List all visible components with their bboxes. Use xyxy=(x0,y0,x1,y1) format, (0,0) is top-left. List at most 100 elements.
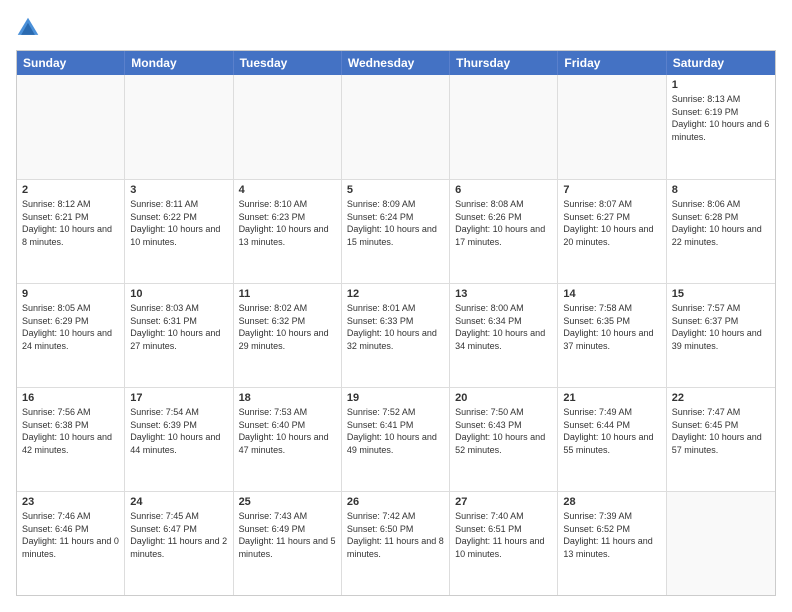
day-info: Sunrise: 7:49 AM Sunset: 6:44 PM Dayligh… xyxy=(563,406,660,456)
cal-cell: 26 Sunrise: 7:42 AM Sunset: 6:50 PM Dayli… xyxy=(342,492,450,595)
day-number: 25 xyxy=(239,496,336,508)
day-number: 3 xyxy=(130,184,227,196)
day-number: 15 xyxy=(672,288,770,300)
cal-cell: 14 Sunrise: 7:58 AM Sunset: 6:35 PM Dayli… xyxy=(558,284,666,387)
day-number: 22 xyxy=(672,392,770,404)
header xyxy=(16,16,776,40)
day-info: Sunrise: 8:06 AM Sunset: 6:28 PM Dayligh… xyxy=(672,198,770,248)
cal-cell: 12 Sunrise: 8:01 AM Sunset: 6:33 PM Dayli… xyxy=(342,284,450,387)
cal-cell: 6 Sunrise: 8:08 AM Sunset: 6:26 PM Daylig… xyxy=(450,180,558,283)
cal-cell: 21Sunrise: 7:49 AM Sunset: 6:44 PM Dayli… xyxy=(558,388,666,491)
cal-cell xyxy=(342,75,450,179)
cal-cell: 16 Sunrise: 7:56 AM Sunset: 6:38 PM Dayli… xyxy=(17,388,125,491)
cal-cell: 25 Sunrise: 7:43 AM Sunset: 6:49 PM Dayli… xyxy=(234,492,342,595)
day-info: Sunrise: 7:52 AM Sunset: 6:41 PM Dayligh… xyxy=(347,406,444,456)
day-number: 24 xyxy=(130,496,227,508)
page: SundayMondayTuesdayWednesdayThursdayFrid… xyxy=(0,0,792,612)
week-row-2: 2 Sunrise: 8:12 AM Sunset: 6:21 PM Daylig… xyxy=(17,179,775,283)
weekday-header-tuesday: Tuesday xyxy=(234,51,342,75)
day-number: 13 xyxy=(455,288,552,300)
cal-cell: 17 Sunrise: 7:54 AM Sunset: 6:39 PM Dayli… xyxy=(125,388,233,491)
day-info: Sunrise: 8:00 AM Sunset: 6:34 PM Dayligh… xyxy=(455,302,552,352)
day-number: 2 xyxy=(22,184,119,196)
day-number: 4 xyxy=(239,184,336,196)
cal-cell: 10Sunrise: 8:03 AM Sunset: 6:31 PM Dayli… xyxy=(125,284,233,387)
calendar: SundayMondayTuesdayWednesdayThursdayFrid… xyxy=(16,50,776,596)
day-info: Sunrise: 7:39 AM Sunset: 6:52 PM Dayligh… xyxy=(563,510,660,560)
cal-cell: 19 Sunrise: 7:52 AM Sunset: 6:41 PM Dayli… xyxy=(342,388,450,491)
cal-cell: 8 Sunrise: 8:06 AM Sunset: 6:28 PM Daylig… xyxy=(667,180,775,283)
week-row-5: 23 Sunrise: 7:46 AM Sunset: 6:46 PM Dayli… xyxy=(17,491,775,595)
day-number: 20 xyxy=(455,392,552,404)
day-info: Sunrise: 8:10 AM Sunset: 6:23 PM Dayligh… xyxy=(239,198,336,248)
day-number: 6 xyxy=(455,184,552,196)
day-number: 1 xyxy=(672,79,770,91)
logo xyxy=(16,16,44,40)
day-info: Sunrise: 8:09 AM Sunset: 6:24 PM Dayligh… xyxy=(347,198,444,248)
cal-cell: 15 Sunrise: 7:57 AM Sunset: 6:37 PM Dayli… xyxy=(667,284,775,387)
day-info: Sunrise: 8:07 AM Sunset: 6:27 PM Dayligh… xyxy=(563,198,660,248)
cal-cell xyxy=(234,75,342,179)
cal-cell: 18 Sunrise: 7:53 AM Sunset: 6:40 PM Dayli… xyxy=(234,388,342,491)
day-number: 7 xyxy=(563,184,660,196)
cal-cell: 7 Sunrise: 8:07 AM Sunset: 6:27 PM Daylig… xyxy=(558,180,666,283)
cal-cell: 3 Sunrise: 8:11 AM Sunset: 6:22 PM Daylig… xyxy=(125,180,233,283)
cal-cell xyxy=(125,75,233,179)
week-row-3: 9 Sunrise: 8:05 AM Sunset: 6:29 PM Daylig… xyxy=(17,283,775,387)
week-row-4: 16 Sunrise: 7:56 AM Sunset: 6:38 PM Dayli… xyxy=(17,387,775,491)
cal-cell: 13 Sunrise: 8:00 AM Sunset: 6:34 PM Dayli… xyxy=(450,284,558,387)
calendar-body: 1 Sunrise: 8:13 AM Sunset: 6:19 PM Daylig… xyxy=(17,75,775,595)
weekday-header-sunday: Sunday xyxy=(17,51,125,75)
day-info: Sunrise: 8:01 AM Sunset: 6:33 PM Dayligh… xyxy=(347,302,444,352)
day-info: Sunrise: 7:42 AM Sunset: 6:50 PM Dayligh… xyxy=(347,510,444,560)
day-info: Sunrise: 8:05 AM Sunset: 6:29 PM Dayligh… xyxy=(22,302,119,352)
day-number: 16 xyxy=(22,392,119,404)
cal-cell: 23 Sunrise: 7:46 AM Sunset: 6:46 PM Dayli… xyxy=(17,492,125,595)
day-info: Sunrise: 8:03 AM Sunset: 6:31 PM Dayligh… xyxy=(130,302,227,352)
day-number: 11 xyxy=(239,288,336,300)
cal-cell: 4 Sunrise: 8:10 AM Sunset: 6:23 PM Daylig… xyxy=(234,180,342,283)
week-row-1: 1 Sunrise: 8:13 AM Sunset: 6:19 PM Daylig… xyxy=(17,75,775,179)
cal-cell xyxy=(558,75,666,179)
cal-cell: 24Sunrise: 7:45 AM Sunset: 6:47 PM Dayli… xyxy=(125,492,233,595)
day-info: Sunrise: 7:54 AM Sunset: 6:39 PM Dayligh… xyxy=(130,406,227,456)
day-info: Sunrise: 7:46 AM Sunset: 6:46 PM Dayligh… xyxy=(22,510,119,560)
cal-cell xyxy=(450,75,558,179)
cal-cell: 2 Sunrise: 8:12 AM Sunset: 6:21 PM Daylig… xyxy=(17,180,125,283)
day-info: Sunrise: 7:43 AM Sunset: 6:49 PM Dayligh… xyxy=(239,510,336,560)
cal-cell: 20Sunrise: 7:50 AM Sunset: 6:43 PM Dayli… xyxy=(450,388,558,491)
weekday-header-wednesday: Wednesday xyxy=(342,51,450,75)
day-number: 17 xyxy=(130,392,227,404)
cal-cell: 9 Sunrise: 8:05 AM Sunset: 6:29 PM Daylig… xyxy=(17,284,125,387)
cal-cell xyxy=(17,75,125,179)
day-info: Sunrise: 7:47 AM Sunset: 6:45 PM Dayligh… xyxy=(672,406,770,456)
weekday-header-friday: Friday xyxy=(558,51,666,75)
day-number: 12 xyxy=(347,288,444,300)
day-info: Sunrise: 7:57 AM Sunset: 6:37 PM Dayligh… xyxy=(672,302,770,352)
day-info: Sunrise: 7:58 AM Sunset: 6:35 PM Dayligh… xyxy=(563,302,660,352)
day-number: 9 xyxy=(22,288,119,300)
day-number: 5 xyxy=(347,184,444,196)
day-number: 14 xyxy=(563,288,660,300)
cal-cell: 5 Sunrise: 8:09 AM Sunset: 6:24 PM Daylig… xyxy=(342,180,450,283)
day-number: 23 xyxy=(22,496,119,508)
cal-cell: 1 Sunrise: 8:13 AM Sunset: 6:19 PM Daylig… xyxy=(667,75,775,179)
day-info: Sunrise: 7:56 AM Sunset: 6:38 PM Dayligh… xyxy=(22,406,119,456)
cal-cell: 27 Sunrise: 7:40 AM Sunset: 6:51 PM Dayli… xyxy=(450,492,558,595)
day-info: Sunrise: 8:11 AM Sunset: 6:22 PM Dayligh… xyxy=(130,198,227,248)
day-number: 19 xyxy=(347,392,444,404)
day-number: 26 xyxy=(347,496,444,508)
weekday-header-thursday: Thursday xyxy=(450,51,558,75)
cal-cell: 11Sunrise: 8:02 AM Sunset: 6:32 PM Dayli… xyxy=(234,284,342,387)
day-number: 18 xyxy=(239,392,336,404)
cal-cell: 22 Sunrise: 7:47 AM Sunset: 6:45 PM Dayli… xyxy=(667,388,775,491)
day-info: Sunrise: 8:12 AM Sunset: 6:21 PM Dayligh… xyxy=(22,198,119,248)
cal-cell xyxy=(667,492,775,595)
day-info: Sunrise: 7:40 AM Sunset: 6:51 PM Dayligh… xyxy=(455,510,552,560)
day-info: Sunrise: 8:08 AM Sunset: 6:26 PM Dayligh… xyxy=(455,198,552,248)
logo-icon xyxy=(16,16,40,40)
day-info: Sunrise: 8:13 AM Sunset: 6:19 PM Dayligh… xyxy=(672,93,770,143)
day-info: Sunrise: 7:53 AM Sunset: 6:40 PM Dayligh… xyxy=(239,406,336,456)
day-number: 8 xyxy=(672,184,770,196)
day-number: 27 xyxy=(455,496,552,508)
